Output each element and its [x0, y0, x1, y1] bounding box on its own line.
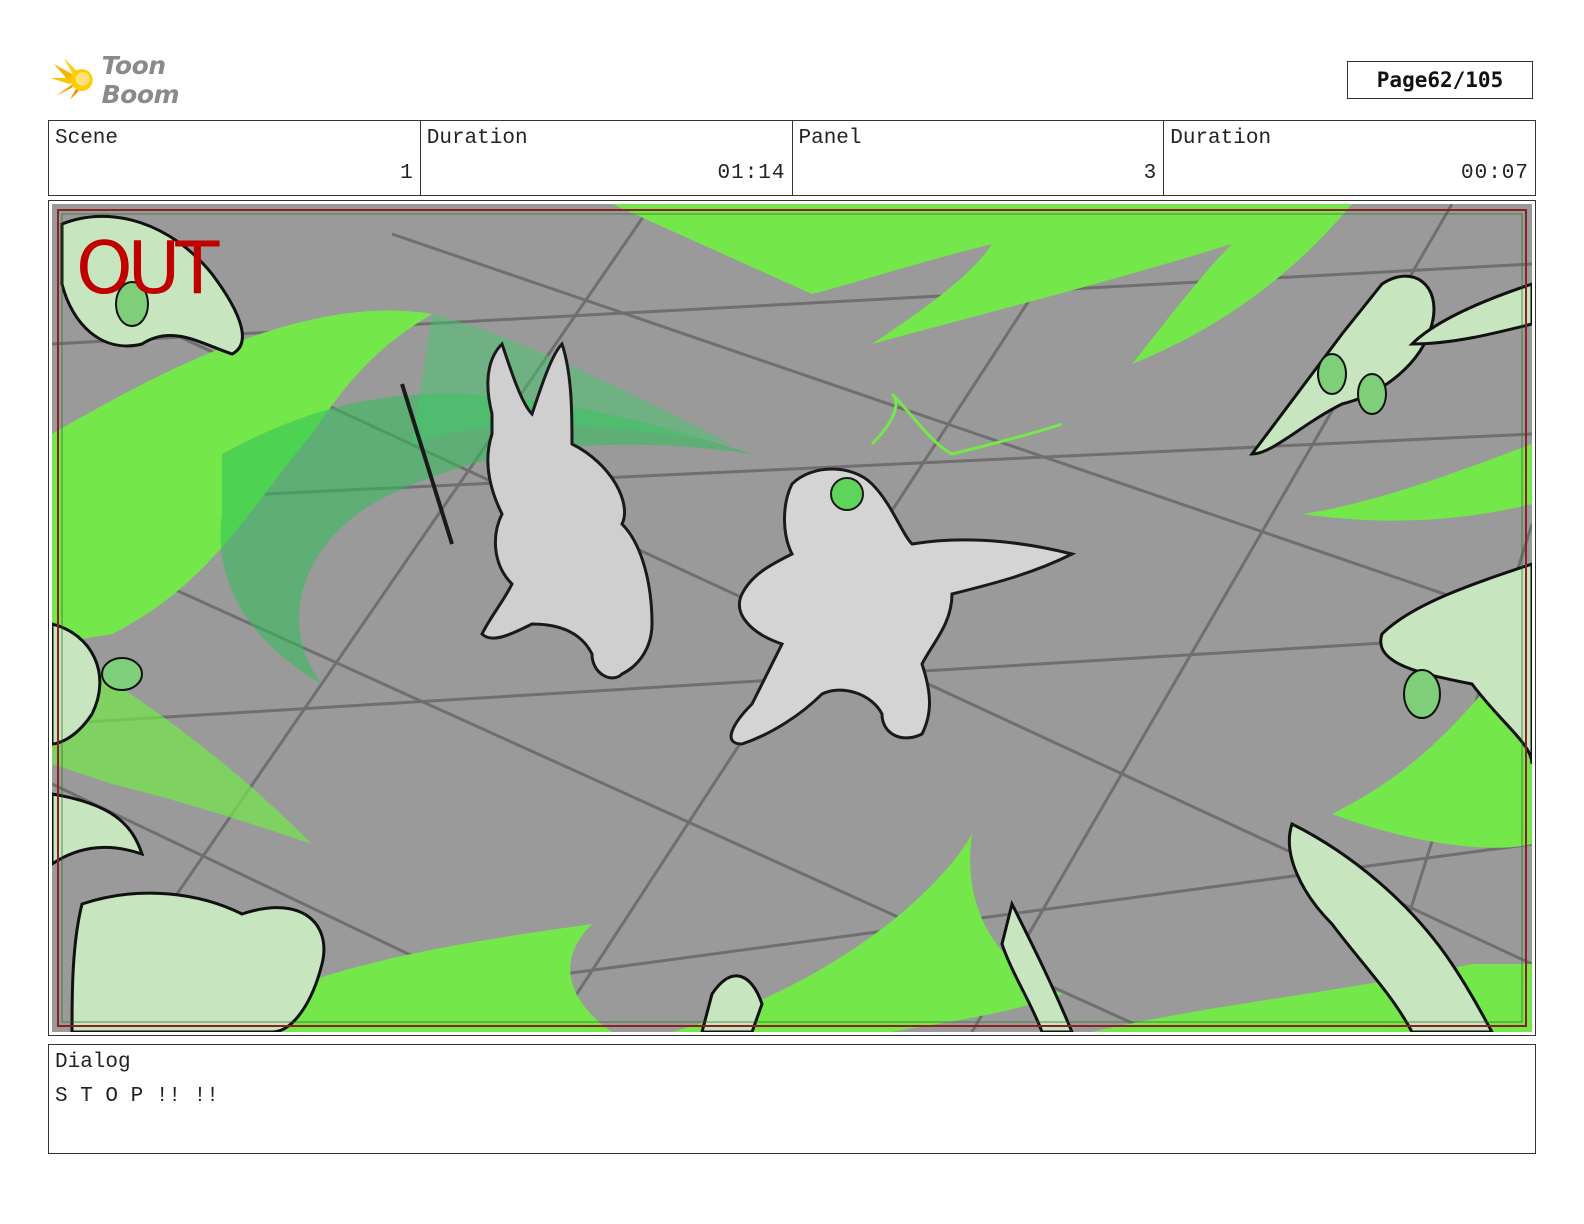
- scene-info-table: Scene 1 Duration 01:14 Panel 3 Duration …: [48, 120, 1536, 196]
- panel-value: 3: [1143, 162, 1158, 185]
- scene-duration-cell: Duration 01:14: [421, 121, 793, 195]
- dialog-text: S T O P !! !!: [55, 1085, 219, 1108]
- panel-duration-label: Duration: [1170, 127, 1272, 150]
- storyboard-panel: OUT: [48, 200, 1536, 1036]
- dialog-label: Dialog: [55, 1051, 131, 1074]
- scene-duration-label: Duration: [426, 127, 528, 150]
- page-number: 62/105: [1427, 68, 1504, 92]
- panel-cell: Panel 3: [793, 121, 1165, 195]
- logo-text: Toon Boom: [101, 51, 180, 109]
- starburst-logo-icon: [50, 58, 93, 100]
- out-overlay-label: OUT: [76, 226, 219, 310]
- scene-duration-value: 01:14: [717, 162, 786, 185]
- scene-cell: Scene 1: [49, 121, 421, 195]
- panel-drawing: OUT: [52, 204, 1532, 1032]
- page-indicator: Page 62/105: [1347, 61, 1533, 99]
- panel-sketch-illustration: [52, 204, 1532, 1032]
- toon-boom-logo: Toon Boom: [50, 51, 250, 109]
- panel-label: Panel: [798, 127, 862, 150]
- scene-label: Scene: [55, 127, 119, 150]
- scene-value: 1: [400, 162, 414, 185]
- dialog-box: Dialog S T O P !! !!: [48, 1044, 1536, 1154]
- panel-duration-value: 00:07: [1460, 162, 1529, 185]
- page-label: Page: [1376, 68, 1428, 92]
- panel-duration-cell: Duration 00:07: [1164, 121, 1535, 195]
